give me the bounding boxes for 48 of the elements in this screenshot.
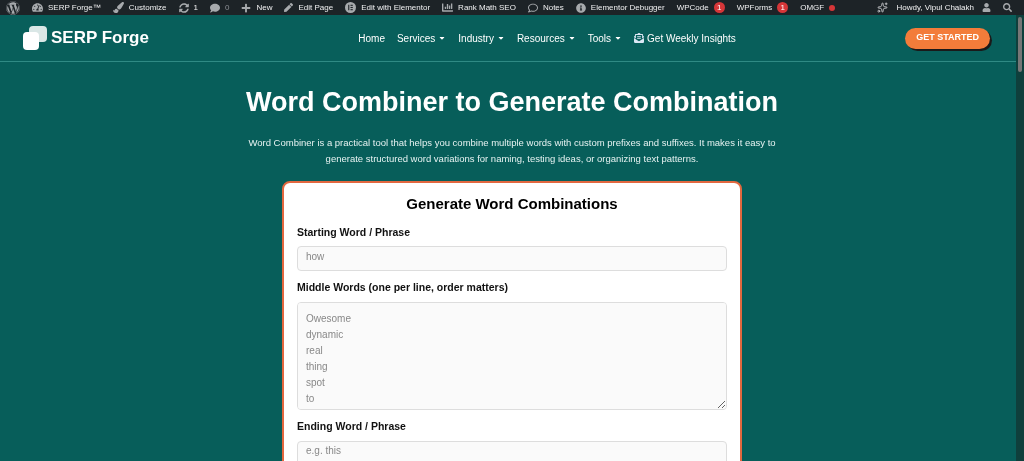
admin-bar-link[interactable]: Edit Page xyxy=(298,1,334,14)
admin-bar-link[interactable]: WPForms xyxy=(736,1,773,14)
speech-bubble-icon xyxy=(527,2,538,13)
admin-bar-link[interactable]: Customize xyxy=(128,1,167,14)
brush-icon xyxy=(112,2,124,13)
field-label: Middle Words (one per line, order matters) xyxy=(297,280,509,296)
logo-text: SERP Forge xyxy=(51,27,149,50)
admin-bar-link[interactable]: Rank Math SEO xyxy=(458,1,516,14)
admin-bar-link[interactable]: Elementor Debugger xyxy=(590,1,665,14)
nav-link[interactable]: Resources xyxy=(516,30,576,46)
nav-link[interactable]: Get Weekly Insights xyxy=(634,30,736,46)
nav-link[interactable]: Tools xyxy=(587,30,623,46)
admin-bar-link[interactable]: 1 xyxy=(193,1,198,14)
sparkles-icon[interactable] xyxy=(877,2,889,13)
envelope-icon xyxy=(634,33,645,43)
logo-icon xyxy=(23,26,47,50)
intro-paragraph: Word Combiner is a practical tool that helps you combine multiple words with custom prefixes and suffixes. It makes it easy to generate structured word variations for naming, testing ideas, or organizing text patterns. xyxy=(247,136,777,166)
info-icon xyxy=(575,2,586,13)
form-title: Generate Word Combinations xyxy=(405,194,619,214)
account-link[interactable]: Howdy, Vipul Chalakh xyxy=(896,1,974,14)
admin-bar-link[interactable]: 0 xyxy=(225,1,230,14)
notification-badge: 1 xyxy=(777,2,789,13)
textarea-field[interactable]: Owesome dynamic real thing spot to xyxy=(297,302,727,410)
chart-icon xyxy=(442,2,454,13)
pencil-icon xyxy=(284,3,294,12)
search-icon[interactable] xyxy=(1003,3,1012,12)
admin-bar-link[interactable]: Notes xyxy=(542,1,564,14)
scrollbar[interactable] xyxy=(1016,15,1024,461)
nav-link[interactable]: Services xyxy=(396,30,447,46)
plus-icon xyxy=(241,2,252,13)
wordpress-icon[interactable] xyxy=(6,0,20,15)
page-title: Word Combiner to Generate Combination xyxy=(246,87,778,117)
admin-bar-link[interactable]: OMGF xyxy=(800,1,825,14)
admin-bar-link[interactable]: WPCode xyxy=(676,1,709,14)
notification-badge: 1 xyxy=(713,2,725,13)
dashboard-icon xyxy=(32,2,43,13)
input-field[interactable]: e.g. this xyxy=(297,440,727,461)
field-label: Starting Word / Phrase xyxy=(297,224,411,240)
admin-bar-link[interactable]: New xyxy=(256,1,273,14)
nav-link[interactable]: Industry xyxy=(458,30,505,46)
refresh-icon xyxy=(178,2,189,13)
field-label: Ending Word / Phrase xyxy=(297,419,407,434)
input-field[interactable]: how xyxy=(297,246,727,272)
admin-bar-link[interactable]: Edit with Elementor xyxy=(361,1,431,14)
comment-icon xyxy=(210,2,220,13)
user-icon xyxy=(982,3,991,12)
admin-bar-link[interactable]: SERP Forge™ xyxy=(48,1,101,14)
nav-link[interactable]: Home xyxy=(358,30,385,46)
